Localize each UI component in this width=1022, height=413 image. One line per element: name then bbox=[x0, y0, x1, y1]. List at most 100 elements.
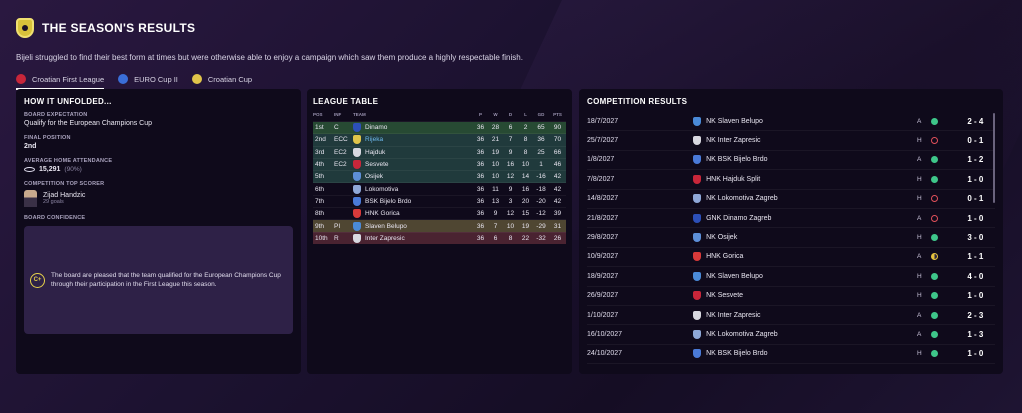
result-row[interactable]: 1/8/2027 NK BSK Bijelo Brdo A 1 - 2 bbox=[587, 151, 995, 171]
cell-d: 12 bbox=[503, 170, 518, 183]
column-header[interactable]: POS bbox=[313, 112, 334, 122]
opponent-name[interactable]: NK Inter Zapresic bbox=[706, 312, 760, 319]
match-score[interactable]: 3 - 0 bbox=[956, 233, 995, 242]
column-header[interactable]: D bbox=[503, 112, 518, 122]
board-expectation-value: Qualify for the European Champions Cup bbox=[24, 120, 153, 127]
cell-pts: 39 bbox=[549, 207, 566, 220]
opponent-name[interactable]: NK Lokomotiva Zagreb bbox=[706, 331, 778, 338]
cell-l: 14 bbox=[518, 170, 533, 183]
opponent-name[interactable]: HNK Gorica bbox=[706, 253, 743, 260]
cell-pos: 10th bbox=[313, 231, 334, 245]
table-row[interactable]: 7th BSK Bijelo Brdo 36 13 3 20 -20 42 bbox=[313, 194, 566, 208]
column-header[interactable]: P bbox=[473, 112, 488, 122]
table-row[interactable]: 10th R Inter Zapresic 36 6 8 22 -32 26 bbox=[313, 231, 566, 245]
match-score[interactable]: 0 - 1 bbox=[956, 194, 995, 203]
opponent-name[interactable]: GNK Dinamo Zagreb bbox=[706, 215, 771, 222]
column-header[interactable]: TEAM bbox=[353, 112, 473, 122]
cell-gd: -32 bbox=[533, 231, 549, 245]
tab-euro-cup-ii[interactable]: EURO Cup II bbox=[118, 74, 178, 88]
opponent-name[interactable]: NK Slaven Belupo bbox=[706, 273, 763, 280]
opponent-name[interactable]: NK Sesvete bbox=[706, 292, 743, 299]
team-name[interactable]: Slaven Belupo bbox=[365, 223, 407, 230]
table-row[interactable]: 2nd ECC Rijeka 36 21 7 8 36 70 bbox=[313, 133, 566, 147]
team-name[interactable]: BSK Bijelo Brdo bbox=[365, 198, 411, 205]
result-row[interactable]: 25/7/2027 NK Inter Zapresic H 0 - 1 bbox=[587, 131, 995, 151]
opponent-name[interactable]: NK BSK Bijelo Brdo bbox=[706, 350, 767, 357]
cell-p: 36 bbox=[473, 207, 488, 220]
match-score[interactable]: 1 - 1 bbox=[956, 252, 995, 261]
match-score[interactable]: 4 - 0 bbox=[956, 272, 995, 281]
result-row[interactable]: 16/10/2027 NK Lokomotiva Zagreb A 1 - 3 bbox=[587, 325, 995, 345]
table-row[interactable]: 3rd EC2 Hajduk 36 19 9 8 25 66 bbox=[313, 145, 566, 159]
tab-croatian-cup[interactable]: Croatian Cup bbox=[191, 74, 252, 88]
opponent-name[interactable]: NK BSK Bijelo Brdo bbox=[706, 156, 767, 163]
match-score[interactable]: 0 - 1 bbox=[956, 136, 995, 145]
result-indicator-icon bbox=[930, 175, 938, 183]
opponent-name[interactable]: NK Lokomotiva Zagreb bbox=[706, 195, 778, 202]
table-row[interactable]: 8th HNK Gorica 36 9 12 15 -12 39 bbox=[313, 207, 566, 220]
match-score[interactable]: 1 - 0 bbox=[956, 291, 995, 300]
tab-label: Croatian First League bbox=[32, 74, 105, 84]
top-scorer[interactable]: Zijad Handzic 29 goals bbox=[24, 190, 293, 207]
club-crest-icon bbox=[693, 136, 702, 146]
result-row[interactable]: 18/7/2027 NK Slaven Belupo A 2 - 4 bbox=[587, 112, 995, 132]
result-row[interactable]: 18/9/2027 NK Slaven Belupo H 4 - 0 bbox=[587, 267, 995, 287]
cell-d: 16 bbox=[503, 157, 518, 171]
column-header[interactable]: INF bbox=[334, 112, 353, 122]
cell-l: 15 bbox=[518, 207, 533, 220]
final-position-value: 2nd bbox=[24, 143, 37, 150]
match-score[interactable]: 1 - 0 bbox=[956, 214, 995, 223]
team-name[interactable]: HNK Gorica bbox=[365, 210, 400, 217]
match-score[interactable]: 1 - 0 bbox=[956, 349, 995, 358]
column-header[interactable]: L bbox=[518, 112, 533, 122]
team-name[interactable]: Lokomotiva bbox=[365, 186, 398, 193]
competition-logo-icon bbox=[118, 74, 129, 84]
match-score[interactable]: 2 - 4 bbox=[956, 117, 995, 126]
match-date: 14/8/2027 bbox=[587, 195, 619, 203]
table-row[interactable]: 9th PI Slaven Belupo 36 7 10 19 -29 31 bbox=[313, 219, 566, 233]
match-score[interactable]: 1 - 3 bbox=[956, 330, 995, 339]
team-name[interactable]: Sesvete bbox=[365, 161, 389, 168]
result-row[interactable]: 24/10/2027 NK BSK Bijelo Brdo H 1 - 0 bbox=[587, 345, 995, 365]
cell-p: 36 bbox=[473, 170, 488, 183]
result-row[interactable]: 26/9/2027 NK Sesvete H 1 - 0 bbox=[587, 287, 995, 306]
team-name[interactable]: Inter Zapresic bbox=[365, 235, 405, 242]
cell-w: 6 bbox=[488, 231, 503, 245]
team-name[interactable]: Osijek bbox=[365, 173, 383, 180]
competition-results-panel: COMPETITION RESULTS 18/7/2027 NK Slaven B… bbox=[579, 89, 1003, 374]
page-title: THE SEASON'S RESULTS bbox=[42, 21, 196, 35]
venue: H bbox=[916, 137, 922, 145]
column-header[interactable]: W bbox=[488, 112, 503, 122]
result-row[interactable]: 10/9/2027 HNK Gorica A 1 - 1 bbox=[587, 248, 995, 268]
opponent-name[interactable]: NK Inter Zapresic bbox=[706, 137, 760, 144]
team-name[interactable]: Dinamo bbox=[365, 124, 387, 131]
table-row[interactable]: 4th EC2 Sesvete 36 10 16 10 1 46 bbox=[313, 157, 566, 171]
opponent: NK BSK Bijelo Brdo bbox=[693, 349, 917, 359]
opponent-name[interactable]: NK Osijek bbox=[706, 234, 737, 241]
cell-inf: PI bbox=[334, 219, 353, 233]
table-row[interactable]: 1st C Dinamo 36 28 6 2 65 90 bbox=[313, 120, 566, 134]
match-date: 29/8/2027 bbox=[587, 234, 619, 242]
result-row[interactable]: 1/10/2027 NK Inter Zapresic A 2 - 3 bbox=[587, 306, 995, 326]
opponent: NK Slaven Belupo bbox=[693, 116, 917, 126]
match-score[interactable]: 1 - 2 bbox=[956, 155, 995, 164]
table-row[interactable]: 6th Lokomotiva 36 11 9 16 -18 42 bbox=[313, 182, 566, 196]
result-row[interactable]: 21/8/2027 GNK Dinamo Zagreb A 1 - 0 bbox=[587, 209, 995, 229]
column-header[interactable]: GD bbox=[533, 112, 549, 122]
club-crest-icon bbox=[353, 196, 361, 206]
result-row[interactable]: 14/8/2027 NK Lokomotiva Zagreb H 0 - 1 bbox=[587, 190, 995, 209]
results-scrollbar[interactable] bbox=[993, 113, 995, 203]
match-score[interactable]: 2 - 3 bbox=[956, 311, 995, 320]
column-header[interactable]: PTS bbox=[549, 112, 566, 122]
confidence-text: The board are pleased that the team qual… bbox=[51, 271, 281, 288]
tab-croatian-first-league[interactable]: Croatian First League bbox=[16, 74, 105, 90]
opponent-name[interactable]: HNK Hajduk Split bbox=[706, 176, 760, 183]
match-score[interactable]: 1 - 0 bbox=[956, 175, 995, 184]
cell-l: 16 bbox=[518, 182, 533, 196]
team-name[interactable]: Hajduk bbox=[365, 149, 385, 156]
table-row[interactable]: 5th Osijek 36 10 12 14 -16 42 bbox=[313, 170, 566, 183]
result-row[interactable]: 7/8/2027 HNK Hajduk Split H 1 - 0 bbox=[587, 170, 995, 190]
opponent-name[interactable]: NK Slaven Belupo bbox=[706, 118, 763, 125]
team-name[interactable]: Rijeka bbox=[365, 136, 383, 143]
result-row[interactable]: 29/8/2027 NK Osijek H 3 - 0 bbox=[587, 228, 995, 248]
